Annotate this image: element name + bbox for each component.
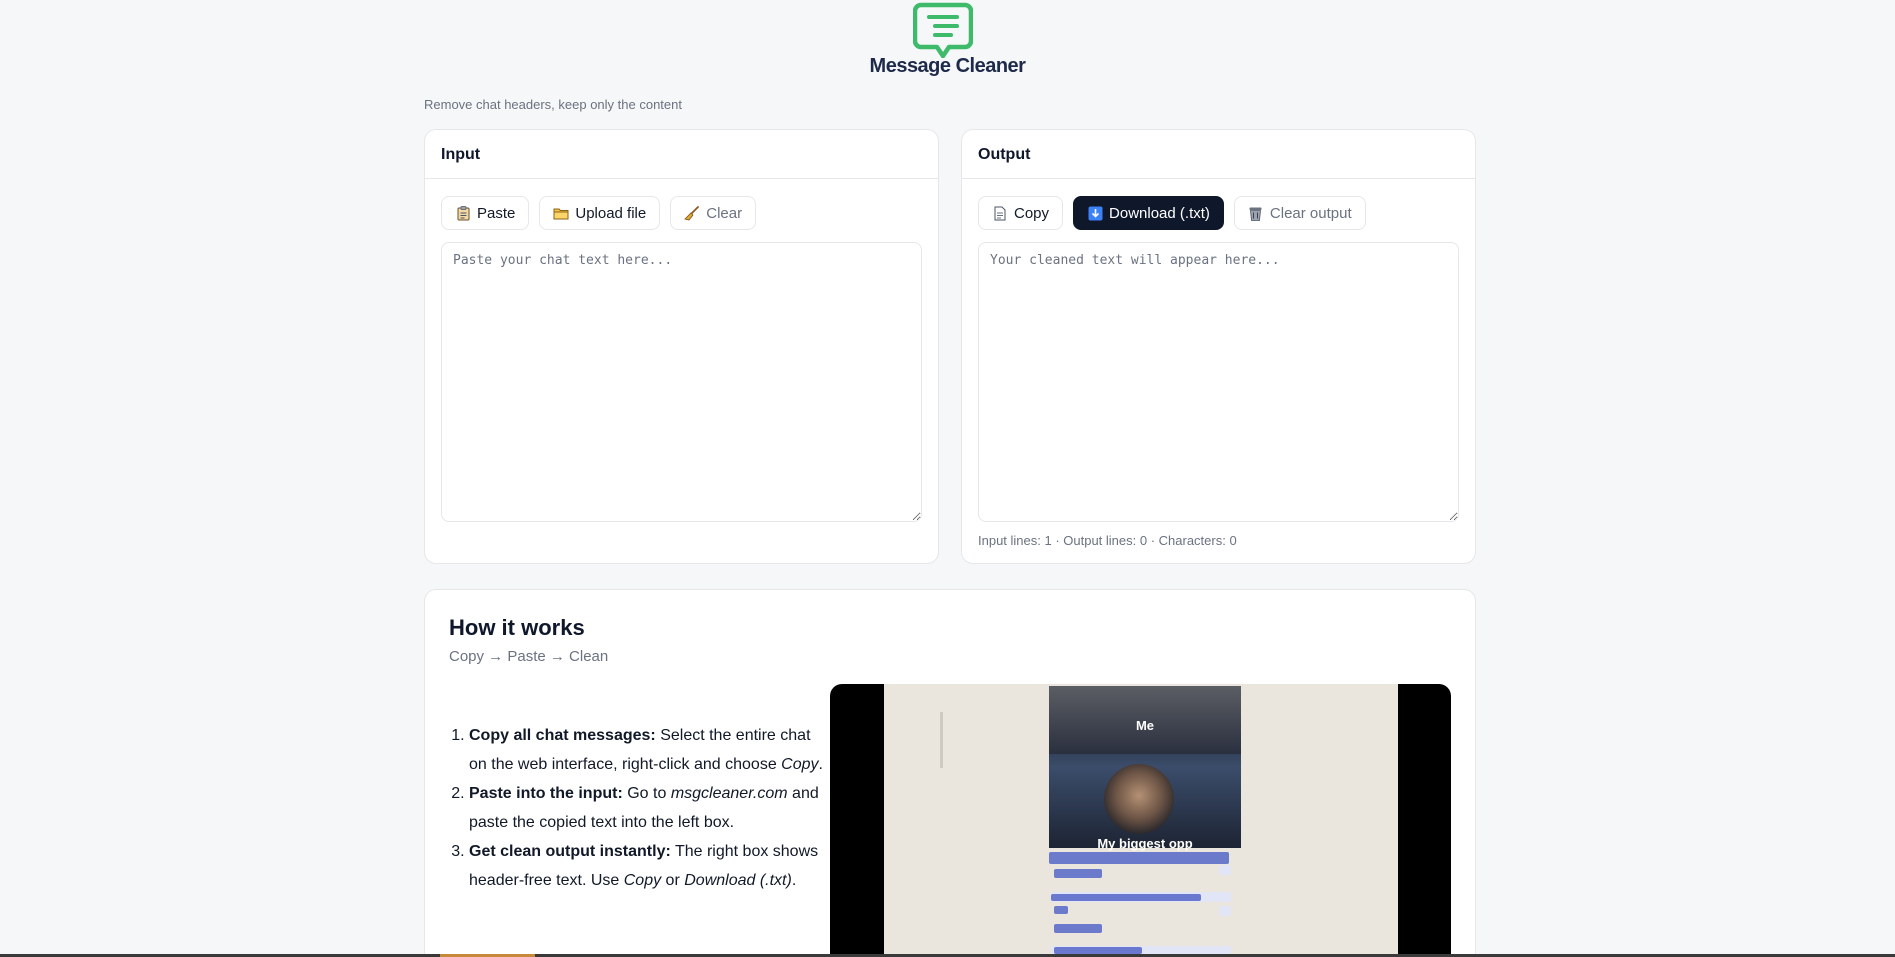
download-arrow-icon: [1087, 205, 1103, 221]
step-3-emphasis-2: Download (.txt): [684, 872, 792, 889]
header: Message Cleaner: [0, 0, 1895, 80]
output-stats: Input lines: 1 · Output lines: 0 · Chara…: [978, 533, 1237, 548]
chat-bubble: [1054, 869, 1102, 878]
step-item: Get clean output instantly: The right bo…: [469, 837, 829, 895]
download-txt-label: Download (.txt): [1109, 204, 1210, 222]
paste-button[interactable]: Paste: [441, 196, 530, 230]
trash-can-icon: [1248, 205, 1264, 221]
step-2-text: Go to: [622, 785, 671, 802]
chat-bubble: [1054, 924, 1102, 933]
step-2-title: Paste into the input:: [469, 785, 623, 802]
clear-output-label: Clear output: [1269, 204, 1352, 222]
chat-bubble: [1219, 865, 1231, 875]
copy-label: Copy: [1014, 204, 1050, 222]
how-it-works-subtitle: Copy → Paste → Clean: [449, 648, 609, 665]
step-1-title: Copy all chat messages:: [469, 727, 656, 744]
step-1-emphasis: Copy: [781, 756, 819, 773]
download-txt-button[interactable]: Download (.txt): [1073, 196, 1224, 230]
step-2-emphasis: msgcleaner.com: [670, 785, 788, 802]
step-3-tail: .: [791, 872, 797, 889]
output-panel: Output Copy Download (.txt) Clear output…: [961, 129, 1476, 564]
chat-bubble-lines-icon: [913, 2, 973, 58]
chat-bubble: [1051, 894, 1201, 901]
upload-file-label: Upload file: [575, 204, 647, 222]
how-it-works-title: How it works: [449, 615, 585, 640]
upload-file-button[interactable]: Upload file: [539, 196, 661, 230]
how-it-works-section: How it works Copy → Paste → Clean Copy a…: [424, 589, 1476, 957]
meme-face: [1104, 764, 1174, 834]
chat-input-textarea[interactable]: [441, 242, 922, 522]
demo-video[interactable]: Me My biggest opp: [830, 684, 1451, 957]
input-panel-title: Input: [425, 130, 938, 179]
demo-scrollbar: [940, 712, 943, 768]
tagline: Remove chat headers, keep only the conte…: [424, 97, 682, 112]
meme-image: Me My biggest opp: [1049, 686, 1241, 851]
chat-bubble: [1054, 906, 1068, 914]
step-3-title: Get clean output instantly:: [469, 843, 671, 860]
clear-input-button[interactable]: Clear: [670, 196, 757, 230]
chat-bubble: [1049, 852, 1229, 864]
page-icon: [992, 205, 1008, 221]
input-panel: Input Paste Upload file Clear: [424, 129, 939, 564]
folder-icon: [553, 205, 569, 221]
step-1-tail: .: [818, 756, 823, 773]
input-toolbar: Paste Upload file Clear: [441, 196, 757, 230]
meme-top-caption: Me: [1135, 718, 1155, 733]
step-3-emphasis: Copy: [623, 872, 662, 889]
chat-bubble: [1219, 906, 1231, 916]
chat-bubble: [1054, 947, 1142, 954]
cleaned-output-textarea[interactable]: [978, 242, 1459, 522]
clipboard-icon: [455, 205, 471, 221]
copy-button[interactable]: Copy: [978, 196, 1064, 230]
step-3-mid: or: [661, 872, 685, 889]
clear-output-button[interactable]: Clear output: [1233, 196, 1366, 230]
demo-chat-screen: Me My biggest opp: [884, 684, 1398, 957]
output-toolbar: Copy Download (.txt) Clear output: [978, 196, 1366, 230]
clear-input-label: Clear: [706, 204, 743, 222]
output-panel-title: Output: [962, 130, 1475, 179]
paste-label: Paste: [477, 204, 516, 222]
step-item: Copy all chat messages: Select the entir…: [469, 721, 829, 779]
meme-bottom-caption: My biggest opp: [1097, 836, 1193, 851]
step-item: Paste into the input: Go to msgcleaner.c…: [469, 779, 829, 837]
brand-name: Message Cleaner: [869, 55, 1026, 77]
broom-icon: [684, 205, 700, 221]
steps-list: Copy all chat messages: Select the entir…: [449, 721, 829, 895]
